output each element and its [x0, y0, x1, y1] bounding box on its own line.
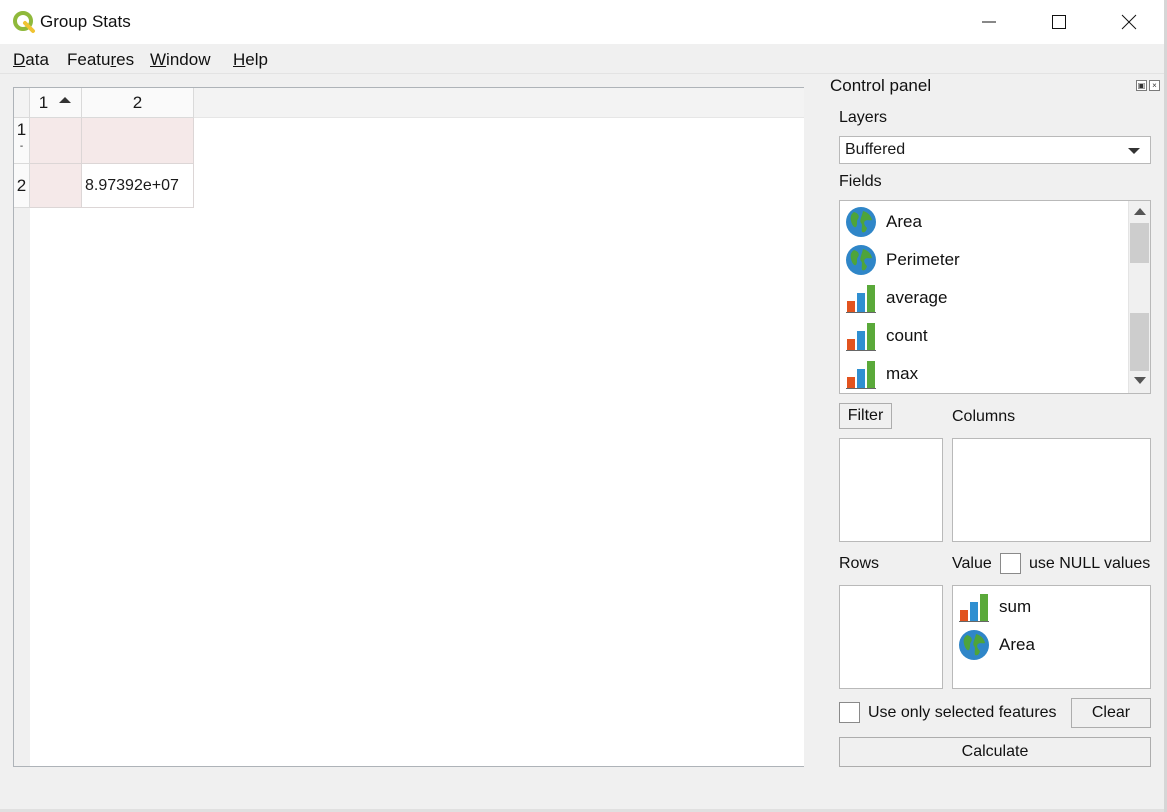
minimize-icon [982, 21, 996, 23]
clear-button[interactable]: Clear [1071, 698, 1151, 728]
layers-dropdown[interactable]: Buffered [839, 136, 1151, 164]
filter-drop-area[interactable] [839, 438, 943, 542]
layers-label: Layers [839, 109, 888, 126]
calculate-button[interactable]: Calculate [839, 737, 1151, 767]
float-icon: ▣ [1137, 81, 1146, 90]
menu-data[interactable]: Data [13, 50, 49, 70]
minimize-button[interactable] [966, 0, 1012, 44]
columns-label: Columns [952, 408, 1016, 425]
table-corner[interactable] [14, 88, 30, 118]
filter-button[interactable]: Filter [839, 403, 892, 429]
menu-features[interactable]: Features [67, 50, 134, 70]
use-null-checkbox[interactable] [1000, 553, 1021, 574]
use-null-label: use NULL values [1029, 555, 1151, 572]
fields-scrollbar[interactable] [1128, 201, 1150, 393]
close-icon [1121, 14, 1137, 30]
table-cell-value[interactable]: 8.97392e+07 [82, 164, 194, 208]
truncation-mark: - [19, 141, 24, 152]
row-header-gutter [14, 118, 30, 766]
bar-chart-icon [959, 594, 989, 622]
globe-icon [846, 207, 876, 237]
header-fill [194, 88, 804, 118]
bar-chart-icon [846, 361, 876, 389]
scrollbar-track-segment[interactable] [1130, 313, 1149, 371]
list-item[interactable]: count [845, 318, 928, 354]
maximize-button[interactable] [1036, 0, 1082, 44]
column-header-1[interactable]: 1 [30, 88, 82, 118]
maximize-icon [1052, 15, 1066, 29]
globe-icon [846, 245, 876, 275]
layers-dropdown-value: Buffered [845, 141, 906, 158]
value-label: Value [952, 555, 992, 572]
rows-drop-area[interactable] [839, 585, 943, 689]
fields-list[interactable]: Area Perimeter average count max [839, 200, 1151, 394]
menu-help[interactable]: Help [233, 50, 268, 70]
window-title: Group Stats [40, 12, 131, 31]
menu-bar: Data Features Window Help [0, 44, 1164, 74]
table-cell[interactable] [82, 118, 194, 164]
dock-close-button[interactable]: × [1149, 80, 1160, 91]
close-icon: × [1152, 81, 1157, 90]
result-table[interactable]: 1 2 1- 2 8.97392e+07 [13, 87, 804, 767]
list-item[interactable]: Area [958, 627, 1035, 663]
bar-chart-icon [846, 285, 876, 313]
columns-drop-area[interactable] [952, 438, 1151, 542]
chevron-down-icon [1128, 148, 1140, 154]
control-panel-title: Control panel [830, 76, 932, 95]
list-item[interactable]: max [845, 356, 918, 392]
globe-icon [959, 630, 989, 660]
column-header-2[interactable]: 2 [82, 88, 194, 118]
scroll-down-icon[interactable] [1134, 377, 1146, 384]
list-item[interactable]: Perimeter [845, 242, 960, 278]
scroll-up-icon[interactable] [1134, 208, 1146, 215]
list-item[interactable]: sum [958, 589, 1031, 625]
use-selected-checkbox[interactable] [839, 702, 860, 723]
list-item[interactable]: Area [845, 204, 922, 240]
list-item[interactable]: average [845, 280, 947, 316]
qgis-logo-icon [13, 11, 35, 33]
table-cell[interactable] [30, 118, 82, 164]
scrollbar-thumb[interactable] [1130, 223, 1149, 263]
row-header-2[interactable]: 2 [14, 164, 30, 208]
menu-window[interactable]: Window [150, 50, 210, 70]
row-header-1[interactable]: 1- [14, 118, 30, 164]
table-cell[interactable] [30, 164, 82, 208]
rows-label: Rows [839, 555, 880, 572]
value-drop-area[interactable]: sum Area [952, 585, 1151, 689]
dock-buttons: ▣ × [1136, 80, 1160, 91]
fields-label: Fields [839, 173, 882, 190]
use-selected-label: Use only selected features [868, 704, 1057, 721]
table-empty-area [30, 118, 804, 766]
close-button[interactable] [1106, 0, 1152, 44]
bar-chart-icon [846, 323, 876, 351]
sort-ascending-icon [59, 96, 72, 103]
title-bar: Group Stats [0, 0, 1167, 44]
undock-button[interactable]: ▣ [1136, 80, 1147, 91]
